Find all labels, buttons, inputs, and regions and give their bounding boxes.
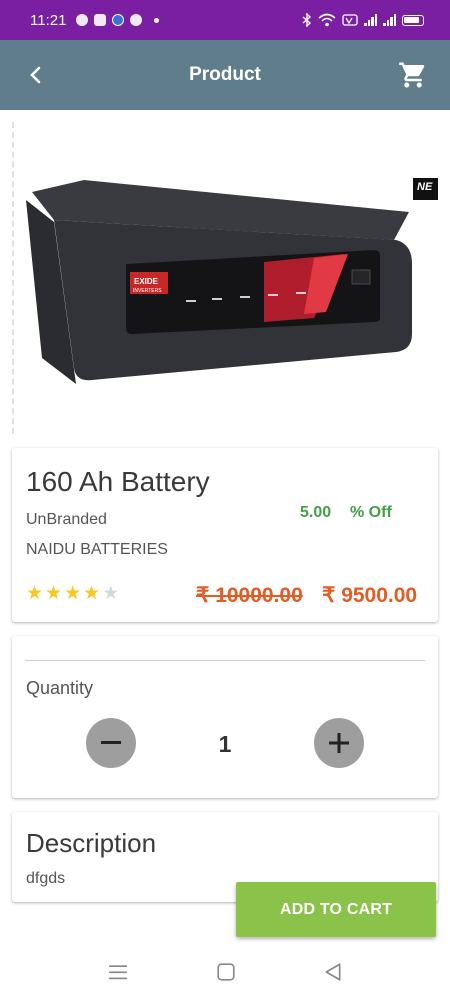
quantity-value: 1 — [218, 731, 232, 757]
star-icon: ★ — [26, 583, 44, 604]
system-nav-bar — [0, 945, 450, 1000]
menu-icon[interactable] — [108, 962, 128, 982]
minus-icon — [101, 741, 121, 744]
sim-card-icon — [94, 14, 107, 26]
star-icon: ★ — [102, 583, 120, 604]
description-title: Description — [26, 828, 157, 858]
discount-label: % Off — [350, 504, 392, 521]
decrease-quantity-button[interactable] — [86, 718, 136, 768]
increase-quantity-button[interactable] — [314, 718, 364, 768]
dot-icon — [154, 17, 160, 23]
signal-icon — [383, 14, 396, 26]
product-info-card: 160 Ah Battery UnBranded NAIDU BATTERIES… — [12, 448, 438, 622]
app-bar: Product — [0, 40, 450, 110]
discount-value: 5.00 — [300, 504, 332, 521]
product-image: EXIDE INVERTERS — [26, 180, 412, 384]
star-icon: ★ — [83, 583, 101, 604]
bluetooth-icon — [302, 13, 312, 27]
browser-icon — [112, 14, 125, 26]
add-to-cart-button[interactable]: ADD TO CART — [236, 882, 436, 937]
star-icon: ★ — [45, 583, 63, 604]
product-name: 160 Ah Battery — [26, 466, 210, 497]
status-bar: 11:21 — [0, 0, 450, 40]
back-triangle-icon[interactable] — [323, 962, 343, 982]
chevron-left-icon — [30, 66, 41, 84]
quantity-card: Quantity 1 — [12, 636, 438, 798]
product-logo-subtext: INVERTERS — [133, 288, 162, 294]
snapchat-icon — [76, 14, 89, 26]
home-square-icon[interactable] — [216, 962, 236, 982]
quantity-label: Quantity — [26, 678, 94, 698]
product-logo-text: EXIDE — [134, 277, 159, 286]
signal-icon — [364, 14, 377, 26]
next-image-thumbnail[interactable]: NE — [413, 178, 438, 200]
cart-button[interactable] — [398, 60, 428, 90]
back-button[interactable] — [22, 62, 48, 88]
battery-icon — [402, 14, 424, 26]
plus-icon — [329, 733, 349, 753]
product-brand: UnBranded — [26, 511, 107, 528]
description-text: dfgds — [26, 870, 66, 887]
rating-stars: ★ ★ ★ ★ ★ — [26, 584, 119, 603]
shopping-cart-icon — [399, 62, 425, 88]
status-right-icons — [302, 13, 424, 27]
volte-icon — [342, 14, 358, 26]
minus-circle-icon — [130, 14, 143, 26]
status-time: 11:21 — [30, 11, 67, 29]
product-seller: NAIDU BATTERIES — [26, 541, 168, 558]
divider — [25, 660, 425, 661]
product-image-area[interactable]: EXIDE INVERTERS — [12, 122, 438, 434]
status-left-icons — [76, 14, 160, 26]
page-title: Product — [189, 64, 261, 85]
sale-price: ₹ 9500.00 — [322, 584, 418, 607]
star-icon: ★ — [64, 583, 82, 604]
original-price: ₹ 10000.00 — [196, 584, 303, 607]
wifi-icon — [318, 13, 336, 27]
